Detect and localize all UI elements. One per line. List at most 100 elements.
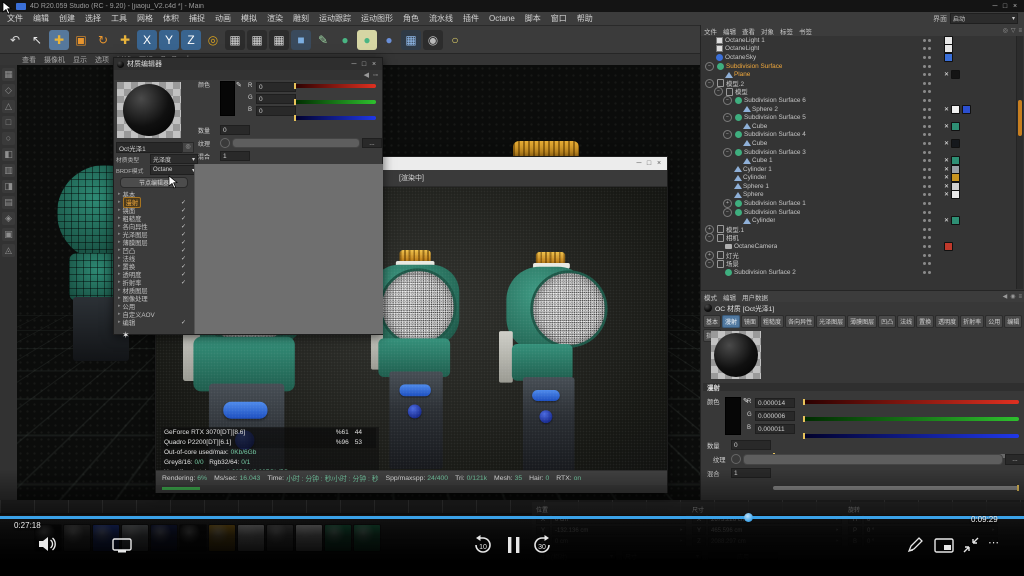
material-name-input[interactable]: Oct光泽1 — [116, 142, 186, 153]
tree-expand-toggle[interactable]: − — [714, 87, 723, 96]
material-lock-icon[interactable]: ◎ — [182, 142, 194, 153]
channel-checkmark[interactable]: ✓ — [181, 263, 186, 270]
attribute-tab-镜面[interactable]: 镜面 — [741, 315, 759, 328]
visibility-dots[interactable] — [923, 65, 931, 68]
rgb-value-input[interactable]: 0 — [256, 94, 296, 104]
material-tag-thumb[interactable] — [951, 70, 960, 79]
stepper-icon[interactable]: ‣ — [679, 516, 683, 523]
rgb-value-input[interactable]: 0 — [256, 82, 296, 92]
stepper-icon[interactable]: ‣ — [991, 516, 995, 523]
menubar-item-模拟[interactable]: 模拟 — [236, 13, 262, 24]
om-menu-文件[interactable]: 文件 — [704, 26, 717, 36]
palette-tool-icon-6[interactable]: ▥ — [2, 164, 15, 177]
visibility-dots[interactable] — [923, 82, 931, 85]
visibility-dot-top[interactable] — [923, 90, 926, 93]
amount-input[interactable]: 0 — [731, 440, 771, 450]
mograph-array-icon[interactable]: ▦ — [401, 30, 421, 50]
palette-tool-icon-8[interactable]: ▤ — [2, 196, 15, 209]
tree-item-模型[interactable]: −模型 — [701, 88, 1017, 97]
material-dock-swatch-6[interactable] — [208, 524, 236, 552]
slider-knob[interactable] — [803, 433, 805, 439]
material-dock-swatch-3[interactable] — [121, 524, 149, 552]
tree-item-Subdivision Surface 5[interactable]: −Subdivision Surface 5 — [701, 113, 1017, 122]
tree-expand-toggle[interactable]: − — [723, 96, 732, 105]
visibility-dots[interactable] — [923, 228, 931, 231]
select-tool-icon[interactable]: ↖ — [27, 30, 47, 50]
palette-tool-icon-3[interactable]: □ — [2, 116, 15, 129]
attribute-tab-粗糙度[interactable]: 粗糙度 — [760, 315, 784, 328]
stepper-icon[interactable]: ‣ — [991, 538, 995, 545]
visibility-dot-top[interactable] — [923, 142, 926, 145]
material-dock-swatch-7[interactable] — [237, 524, 265, 552]
coord-size-dropdown[interactable]: 尺寸▾ — [622, 551, 702, 561]
visibility-dot-bottom[interactable] — [928, 82, 931, 85]
attribute-tab-凹凸[interactable]: 凹凸 — [878, 315, 896, 328]
phong-tag-icon[interactable]: ✕ — [944, 191, 949, 198]
palette-tool-icon-7[interactable]: ◨ — [2, 180, 15, 193]
menubar-item-工具[interactable]: 工具 — [106, 13, 132, 24]
visibility-dots[interactable] — [923, 202, 931, 205]
tree-item-OctaneLight 1[interactable]: OctaneLight 1 — [701, 36, 1017, 45]
visibility-dots[interactable] — [923, 116, 931, 119]
tree-expand-toggle[interactable]: + — [723, 199, 732, 208]
phong-tag-icon[interactable]: ✕ — [944, 157, 949, 164]
color-swatch[interactable] — [725, 397, 741, 435]
material-dock-swatch-0[interactable] — [34, 524, 62, 552]
visibility-dot-bottom[interactable] — [928, 56, 931, 59]
brdf-mode-dropdown[interactable]: Octane▾ — [150, 165, 198, 175]
material-dock-swatch-9[interactable] — [295, 524, 323, 552]
am-menu-模式[interactable]: 模式 — [704, 292, 717, 302]
channel-row-编辑[interactable]: ▸编辑✓ — [114, 318, 194, 326]
phong-tag-icon[interactable]: ✕ — [944, 217, 949, 224]
channel-checkmark[interactable]: ✓ — [181, 255, 186, 262]
amount-input[interactable]: 0 — [220, 125, 250, 135]
window-close-button[interactable]: × — [1010, 3, 1020, 10]
visibility-dot-top[interactable] — [923, 108, 926, 111]
coord-value-field[interactable]: 0 °‣ — [864, 526, 998, 535]
undo-icon[interactable]: ↶ — [5, 30, 25, 50]
tree-item-Cube[interactable]: Cube✕ — [701, 122, 1017, 131]
attribute-tab-透明度[interactable]: 透明度 — [935, 315, 959, 328]
tree-item-Sphere 1[interactable]: Sphere 1✕ — [701, 182, 1017, 191]
coord-mode-dropdown[interactable]: 对象(相对)▾ — [536, 551, 616, 561]
material-preview-sphere[interactable] — [123, 84, 175, 136]
tree-item-Cylinder[interactable]: Cylinder✕ — [701, 216, 1017, 225]
rgb-value-input[interactable]: 0.000011 — [755, 424, 795, 434]
visibility-dots[interactable] — [923, 219, 931, 222]
visibility-dot-top[interactable] — [923, 262, 926, 265]
menubar-item-体积[interactable]: 体积 — [158, 13, 184, 24]
visibility-dot-bottom[interactable] — [928, 219, 931, 222]
tree-item-Cube[interactable]: Cube✕ — [701, 139, 1017, 148]
me-close-button[interactable]: × — [369, 61, 379, 68]
deformer-icon[interactable]: ● — [357, 30, 377, 50]
channel-checkmark[interactable]: ✓ — [181, 215, 186, 222]
tree-item-Plane[interactable]: Plane✕ — [701, 70, 1017, 79]
tree-expand-toggle[interactable]: − — [723, 130, 732, 139]
slider-knob[interactable] — [803, 399, 805, 405]
attribute-tab-公用[interactable]: 公用 — [985, 315, 1003, 328]
palette-tool-icon-9[interactable]: ◈ — [2, 212, 15, 225]
visibility-dot-top[interactable] — [923, 73, 926, 76]
menubar-item-动画[interactable]: 动画 — [210, 13, 236, 24]
am-header-icon-2[interactable]: ≡ — [1018, 294, 1022, 300]
visibility-dot-top[interactable] — [923, 159, 926, 162]
palette-tool-icon-10[interactable]: ▣ — [2, 228, 15, 241]
attribute-tab-各向异性[interactable]: 各向异性 — [785, 315, 815, 328]
rgb-value-input[interactable]: 0.000006 — [755, 411, 795, 421]
menubar-item-Octane[interactable]: Octane — [484, 14, 520, 23]
me-minimize-button[interactable]: ─ — [349, 61, 359, 68]
phong-tag-icon[interactable]: ✕ — [944, 140, 949, 147]
am-preview-sphere[interactable] — [714, 333, 758, 377]
visibility-dots[interactable] — [923, 151, 931, 154]
phong-tag-icon[interactable]: ✕ — [944, 174, 949, 181]
visibility-dots[interactable] — [923, 168, 931, 171]
visibility-dot-top[interactable] — [923, 185, 926, 188]
texture-browse-button[interactable]: ... — [1005, 454, 1024, 465]
mix-input[interactable]: 1 — [220, 151, 250, 161]
rgb-gradient-slider[interactable] — [294, 100, 376, 104]
visibility-dot-top[interactable] — [923, 236, 926, 239]
viewport-menu-查看[interactable]: 查看 — [18, 55, 40, 65]
stepper-icon[interactable]: ‣ — [835, 516, 839, 523]
render-view-icon[interactable]: ▦ — [225, 30, 245, 50]
palette-tool-icon-2[interactable]: △ — [2, 100, 15, 113]
